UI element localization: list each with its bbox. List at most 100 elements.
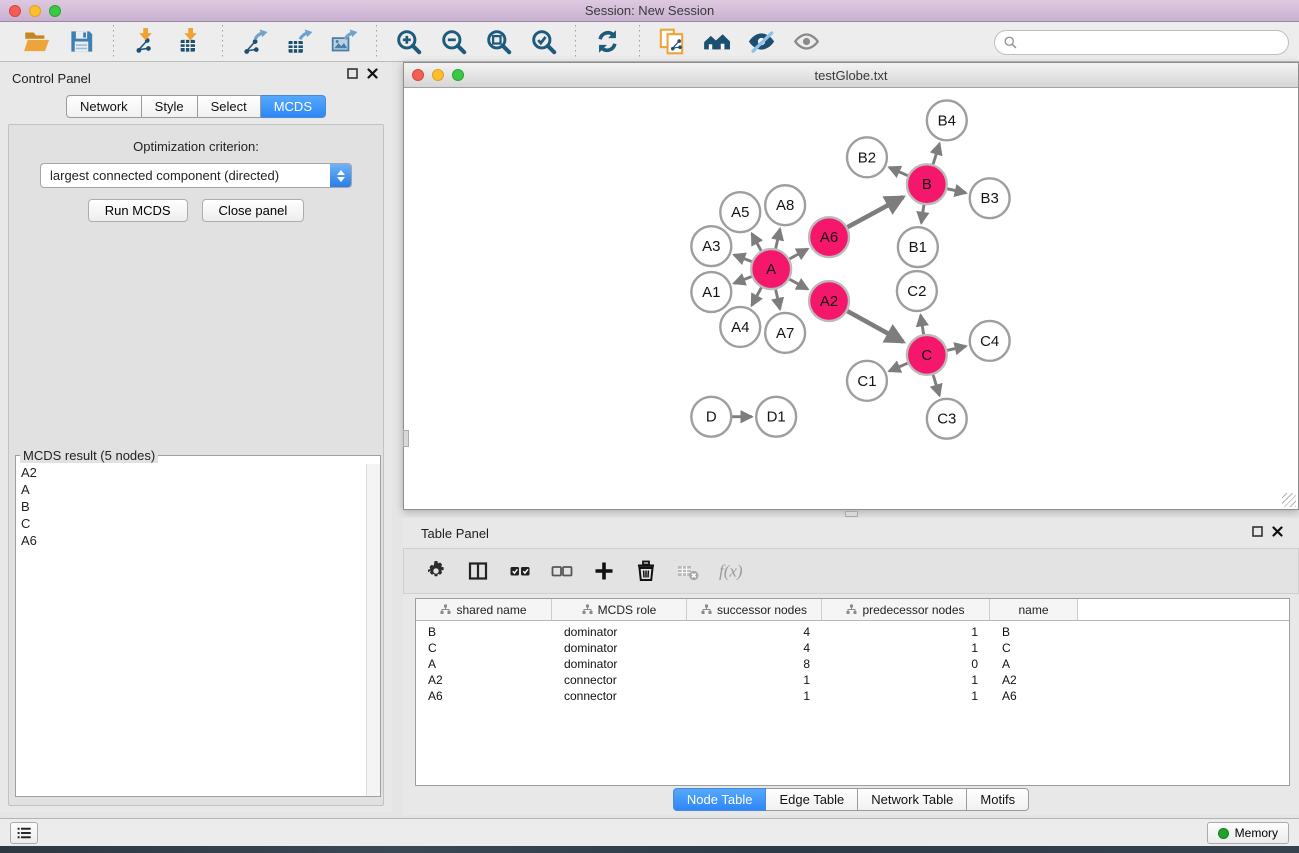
node-B2[interactable]: B2 xyxy=(847,137,887,177)
node-A1[interactable]: A1 xyxy=(691,272,731,312)
cell-MCDS-role[interactable]: dominator xyxy=(552,656,687,672)
edge-A6-B[interactable] xyxy=(847,197,904,228)
node-B1[interactable]: B1 xyxy=(898,227,938,267)
column-header-MCDS-role[interactable]: MCDS role xyxy=(552,599,687,621)
result-list-item[interactable]: A xyxy=(17,481,365,498)
delete-table-button[interactable] xyxy=(674,557,702,585)
select-all-button[interactable] xyxy=(506,557,534,585)
close-panel-button[interactable]: Close panel xyxy=(202,199,305,222)
edge-A-A2[interactable] xyxy=(789,279,808,289)
export-image-button[interactable] xyxy=(329,26,360,57)
tab-network-table[interactable]: Network Table xyxy=(858,788,967,811)
edge-B-B3[interactable] xyxy=(946,189,966,193)
column-header-shared-name[interactable]: shared name xyxy=(416,599,552,621)
show-panels-list-button[interactable] xyxy=(10,822,38,844)
criterion-dropdown[interactable]: largest connected component (directed) xyxy=(40,163,352,188)
network-canvas[interactable]: B4B2BB3A8A5A6A3B1AA1C2A2A4A7C4CC1DD1C3 xyxy=(404,88,1298,509)
split-columns-button[interactable] xyxy=(464,557,492,585)
cell-predecessor-nodes[interactable]: 1 xyxy=(822,624,990,640)
node-C3[interactable]: C3 xyxy=(927,399,967,439)
cell-name[interactable]: A2 xyxy=(990,672,1078,688)
column-header-name[interactable]: name xyxy=(990,599,1078,621)
edge-C-C4[interactable] xyxy=(946,346,966,350)
table-options-gear-button[interactable] xyxy=(422,557,450,585)
delete-columns-button[interactable] xyxy=(632,557,660,585)
node-A6[interactable]: A6 xyxy=(809,217,849,257)
cell-successor-nodes[interactable]: 1 xyxy=(687,688,822,704)
table-row[interactable]: A2connector11A2 xyxy=(416,672,1289,688)
export-network-button[interactable] xyxy=(239,26,270,57)
table-row[interactable]: A6connector11A6 xyxy=(416,688,1289,704)
tab-mcds[interactable]: MCDS xyxy=(261,95,326,118)
cell-shared-name[interactable]: C xyxy=(416,640,552,656)
edge-C-C3[interactable] xyxy=(933,374,940,396)
edge-A-A1[interactable] xyxy=(734,276,753,283)
memory-button[interactable]: Memory xyxy=(1207,822,1289,844)
node-C[interactable]: C xyxy=(907,335,947,375)
cell-MCDS-role[interactable]: dominator xyxy=(552,640,687,656)
splitter-handle-vertical[interactable] xyxy=(403,430,409,447)
cell-successor-nodes[interactable]: 4 xyxy=(687,640,822,656)
node-A7[interactable]: A7 xyxy=(765,313,805,353)
edge-A-A5[interactable] xyxy=(752,234,762,252)
open-file-button[interactable] xyxy=(21,26,52,57)
zoom-in-button[interactable] xyxy=(393,26,424,57)
zoom-selected-button[interactable] xyxy=(528,26,559,57)
edge-A-A3[interactable] xyxy=(734,255,753,262)
tab-motifs[interactable]: Motifs xyxy=(967,788,1029,811)
splitter-handle-horizontal[interactable] xyxy=(845,511,858,517)
cell-name[interactable]: B xyxy=(990,624,1078,640)
table-row[interactable]: Adominator80A xyxy=(416,656,1289,672)
save-session-button[interactable] xyxy=(66,26,97,57)
cell-name[interactable]: A xyxy=(990,656,1078,672)
resize-grip-icon[interactable] xyxy=(1282,493,1296,507)
tab-select[interactable]: Select xyxy=(198,95,261,118)
zoom-out-button[interactable] xyxy=(438,26,469,57)
function-builder-button[interactable]: f(x) xyxy=(716,557,744,585)
import-network-button[interactable] xyxy=(130,26,161,57)
edge-A-A6[interactable] xyxy=(789,249,808,259)
cell-MCDS-role[interactable]: dominator xyxy=(552,624,687,640)
cell-MCDS-role[interactable]: connector xyxy=(552,688,687,704)
cell-shared-name[interactable]: A xyxy=(416,656,552,672)
result-list-item[interactable]: A2 xyxy=(17,464,365,481)
edge-A2-C[interactable] xyxy=(847,311,904,342)
node-A2[interactable]: A2 xyxy=(809,281,849,321)
node-C4[interactable]: C4 xyxy=(970,321,1010,361)
node-A3[interactable]: A3 xyxy=(691,226,731,266)
cell-shared-name[interactable]: A6 xyxy=(416,688,552,704)
node-D[interactable]: D xyxy=(691,397,731,437)
tab-edge-table[interactable]: Edge Table xyxy=(766,788,858,811)
edge-C-C1[interactable] xyxy=(889,363,908,371)
close-panel-icon[interactable] xyxy=(367,68,378,79)
edge-B-B4[interactable] xyxy=(933,144,940,166)
network-window-titlebar[interactable]: testGlobe.txt xyxy=(404,63,1298,88)
node-A4[interactable]: A4 xyxy=(720,307,760,347)
search-field[interactable] xyxy=(994,30,1289,55)
show-all-button[interactable] xyxy=(791,26,822,57)
cell-name[interactable]: C xyxy=(990,640,1078,656)
close-table-panel-icon[interactable] xyxy=(1272,526,1283,537)
cell-predecessor-nodes[interactable]: 0 xyxy=(822,656,990,672)
float-panel-icon[interactable] xyxy=(347,68,358,79)
node-C1[interactable]: C1 xyxy=(847,361,887,401)
cell-predecessor-nodes[interactable]: 1 xyxy=(822,640,990,656)
cell-MCDS-role[interactable]: connector xyxy=(552,672,687,688)
refresh-view-button[interactable] xyxy=(592,26,623,57)
cell-shared-name[interactable]: A2 xyxy=(416,672,552,688)
import-table-button[interactable] xyxy=(175,26,206,57)
edge-A-A7[interactable] xyxy=(775,289,779,310)
zoom-fit-button[interactable] xyxy=(483,26,514,57)
node-B4[interactable]: B4 xyxy=(927,100,967,140)
tab-style[interactable]: Style xyxy=(142,95,198,118)
result-list-item[interactable]: A6 xyxy=(17,532,365,549)
first-neighbors-button[interactable] xyxy=(701,26,732,57)
tab-network[interactable]: Network xyxy=(66,95,142,118)
node-A[interactable]: A xyxy=(751,249,791,289)
node-A8[interactable]: A8 xyxy=(765,185,805,225)
hide-selected-button[interactable] xyxy=(746,26,777,57)
edge-B-B2[interactable] xyxy=(889,167,909,176)
node-B3[interactable]: B3 xyxy=(970,178,1010,218)
edge-A-A8[interactable] xyxy=(775,229,779,250)
result-scrollbar[interactable] xyxy=(366,464,380,796)
